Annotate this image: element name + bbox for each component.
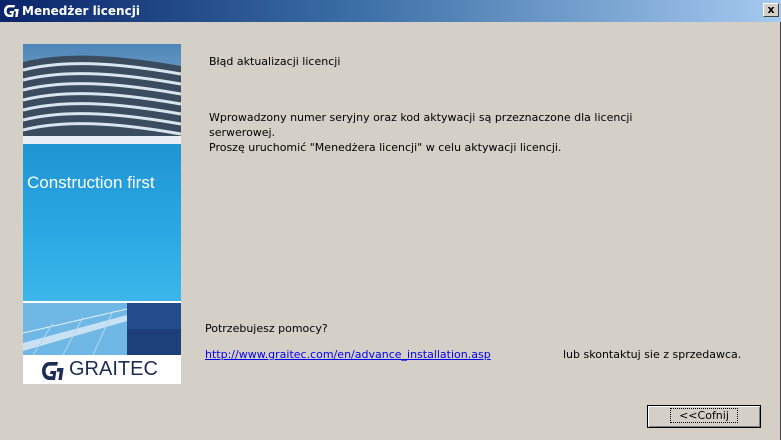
help-link[interactable]: http://www.graitec.com/en/advance_instal… (205, 348, 491, 362)
structure-photo (23, 303, 181, 355)
message-line-2: serwerowej. (209, 126, 276, 139)
side-banner: Construction first GRAITEC (23, 44, 181, 384)
contact-text: lub skontaktuj sie z sprzedawca. (563, 348, 742, 361)
graitec-logo-icon (4, 5, 19, 17)
close-button[interactable]: x (763, 3, 779, 17)
graitec-brand: GRAITEC (23, 355, 181, 384)
error-heading: Błąd aktualizacji licencji (209, 55, 341, 68)
license-manager-window: Menedżer licencji x Construction first G… (0, 0, 781, 440)
slogan-panel (23, 144, 181, 301)
graitec-wordmark: GRAITEC (69, 358, 158, 380)
help-prompt: Potrzebujesz pomocy? (205, 322, 328, 335)
building-photo (23, 44, 181, 144)
graitec-g-icon (42, 362, 64, 380)
window-title: Menedżer licencji (22, 4, 140, 18)
title-bar[interactable]: Menedżer licencji x (0, 0, 781, 22)
back-button[interactable]: <<Cofnij (647, 405, 761, 428)
message-line-3: Proszę uruchomić "Menedżera licencji" w … (209, 141, 562, 154)
message-line-1: Wprowadzony numer seryjny oraz kod aktyw… (209, 111, 633, 124)
banner-slogan: Construction first (27, 173, 155, 192)
back-button-label: <<Cofnij (670, 408, 738, 423)
